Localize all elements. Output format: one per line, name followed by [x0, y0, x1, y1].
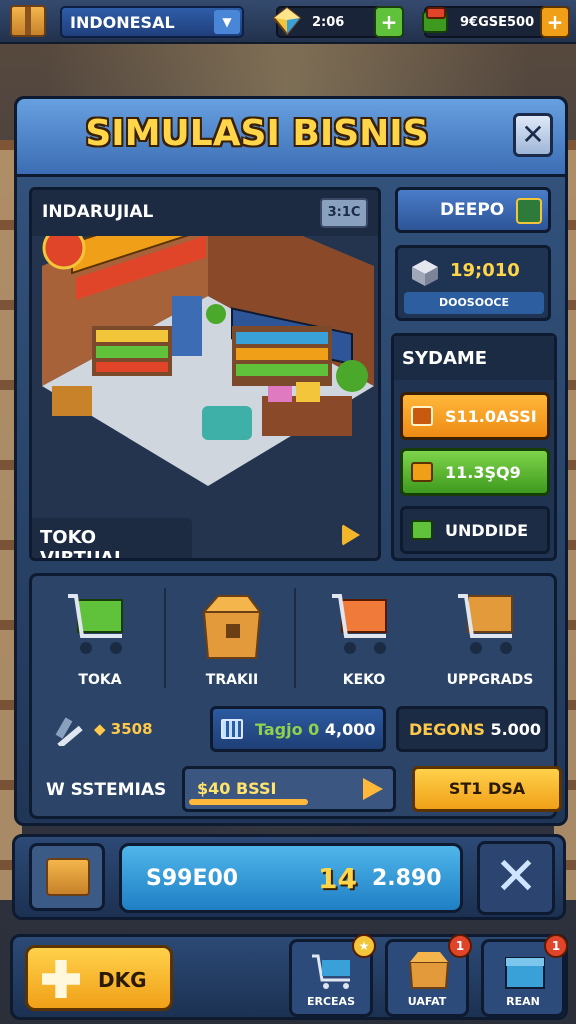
region-dropdown-value: INDONESAL: [70, 13, 175, 32]
next-store-arrow-icon[interactable]: [342, 524, 360, 546]
box-icon: [408, 952, 450, 989]
option-dark-button[interactable]: UNDDIDE: [400, 506, 550, 554]
store-badge[interactable]: 3:1C: [320, 198, 368, 228]
stat-mid-label: Tagjo 0: [255, 720, 320, 739]
gems-counter: 2:06 +: [272, 6, 404, 38]
summary-bar: S99E00 14 2.890 ✕: [12, 834, 566, 920]
box-icon: [46, 858, 90, 896]
shop-item-keko[interactable]: KEKO: [300, 588, 428, 696]
stat-card-value: 19;010: [450, 260, 520, 281]
play-icon[interactable]: [363, 778, 383, 800]
shop-item-label: KEKO: [342, 672, 386, 688]
cube-icon: [412, 260, 438, 286]
crate-icon: [505, 957, 545, 989]
inventory-box-icon[interactable]: [10, 5, 46, 37]
nav-label: UAFAT: [407, 995, 447, 1008]
depo-button[interactable]: DEEPO: [395, 187, 551, 233]
tag-icon: [411, 406, 433, 426]
divider: [164, 588, 166, 688]
shop-item-label: TRAKII: [205, 672, 259, 688]
sydame-panel: SYDAME S11.0ASSI 11.3ŞQ9 UNDDIDE: [391, 333, 557, 561]
gold-action-button[interactable]: ST1 DSA: [412, 766, 562, 812]
add-gems-button[interactable]: +: [374, 6, 404, 38]
cart-icon: [312, 954, 350, 989]
tool-value: ◆ 3508: [94, 720, 153, 738]
nav-label: ERCEAS: [306, 995, 355, 1008]
nav-button-rean[interactable]: 1 REAN: [481, 934, 568, 1017]
systems-progress[interactable]: $40 BSSI: [182, 766, 396, 812]
panel-title: SIMULASI BISNIS: [85, 113, 429, 154]
cart-icon: [68, 594, 123, 654]
top-bar: INDONESAL ▼ 2:06 + 9€GSE500 +: [0, 0, 576, 44]
tool-value-number: 3508: [110, 720, 153, 738]
store-footer-label: TOKO VIRTUAL: [32, 518, 192, 558]
summary-left-value: S99E00: [146, 866, 239, 891]
summary-value-bar: S99E00 14 2.890: [119, 843, 463, 913]
nav-label: REAN: [506, 995, 540, 1008]
shop-item-toka[interactable]: TOKA: [36, 588, 164, 696]
box-icon: [201, 595, 262, 659]
option-green-label: 11.3ŞQ9: [445, 463, 521, 482]
stat-mid[interactable]: Tagjo 0 4,000: [210, 706, 386, 752]
option-dark-label: UNDDIDE: [445, 521, 529, 540]
option-orange-label: S11.0ASSI: [445, 407, 537, 426]
store-isometric-scene: [42, 236, 374, 486]
region-dropdown[interactable]: INDONESAL ▼: [60, 6, 244, 38]
add-coins-button[interactable]: +: [540, 6, 570, 38]
add-button[interactable]: DKG: [25, 945, 173, 1011]
depo-button-label: DEEPO: [440, 200, 505, 220]
coins-value: 9€GSE500: [460, 15, 535, 30]
add-button-label: DKG: [98, 968, 147, 992]
shop-item-upgrades[interactable]: UPPGRADS: [426, 588, 554, 696]
cart-icon: [332, 594, 387, 654]
chevron-down-icon[interactable]: ▼: [214, 10, 240, 34]
upgrade-icon: [411, 520, 433, 540]
target-icon: [516, 198, 542, 224]
stat-card-subtitle: DOOSOOCE: [404, 292, 544, 314]
tools-icon[interactable]: [52, 710, 88, 746]
shop-item-label: TOKA: [78, 672, 122, 688]
close-button[interactable]: ✕: [513, 113, 553, 157]
store-view[interactable]: INDARUJIAL 3:1C TOKO VIRTUAL: [29, 187, 381, 561]
cash-stack-icon: [422, 7, 448, 33]
gems-value: 2:06: [312, 15, 345, 30]
divider: [294, 588, 296, 688]
notification-badge: 1: [544, 934, 568, 958]
gem-icon: [272, 6, 302, 36]
systems-label: W SSTEMIAS: [46, 780, 167, 800]
nav-button-uafat[interactable]: 1 UAFAT: [385, 934, 472, 1017]
notification-badge: ★: [352, 934, 376, 958]
stat-card: 19;010 DOOSOOCE: [395, 245, 551, 321]
store-name-label: INDARUJIAL: [42, 202, 154, 222]
stat-right-value: 5.000: [490, 720, 542, 739]
business-sim-panel: SIMULASI BISNIS ✕ INDARUJIAL 3:1C TOKO V…: [14, 96, 568, 826]
progress-fill: [189, 799, 308, 805]
cancel-button[interactable]: ✕: [477, 841, 555, 915]
cart-icon: [458, 594, 513, 654]
sydame-title: SYDAME: [394, 336, 554, 380]
stat-right-label: DEGONS: [409, 720, 485, 739]
summary-highlight: 14: [318, 862, 357, 895]
option-orange-button[interactable]: S11.0ASSI: [400, 392, 550, 440]
shop-item-trakii[interactable]: TRAKII: [168, 588, 296, 696]
shop-item-label: UPPGRADS: [446, 672, 534, 688]
option-green-button[interactable]: 11.3ŞQ9: [400, 448, 550, 496]
summary-box-button[interactable]: [29, 843, 105, 911]
panel-title-bar: SIMULASI BISNIS ✕: [17, 99, 565, 177]
coin-icon: [411, 462, 433, 482]
coins-counter: 9€GSE500 +: [422, 6, 570, 38]
shop-strip: TOKA TRAKII KEKO UPPGRADS ◆ 3508 Tagjo 0…: [29, 573, 562, 819]
summary-right-value: 2.890: [372, 866, 442, 891]
bottom-bar: DKG ★ ERCEAS 1 UAFAT 1 REAN: [10, 934, 568, 1020]
stat-mid-value: 4,000: [324, 720, 376, 739]
plus-icon: [42, 960, 80, 998]
stat-right[interactable]: DEGONS 5.000: [396, 706, 548, 752]
notification-badge: 1: [448, 934, 472, 958]
nav-button-erceas[interactable]: ★ ERCEAS: [289, 934, 376, 1017]
grid-icon: [221, 719, 243, 739]
progress-text: $40 BSSI: [197, 779, 277, 798]
